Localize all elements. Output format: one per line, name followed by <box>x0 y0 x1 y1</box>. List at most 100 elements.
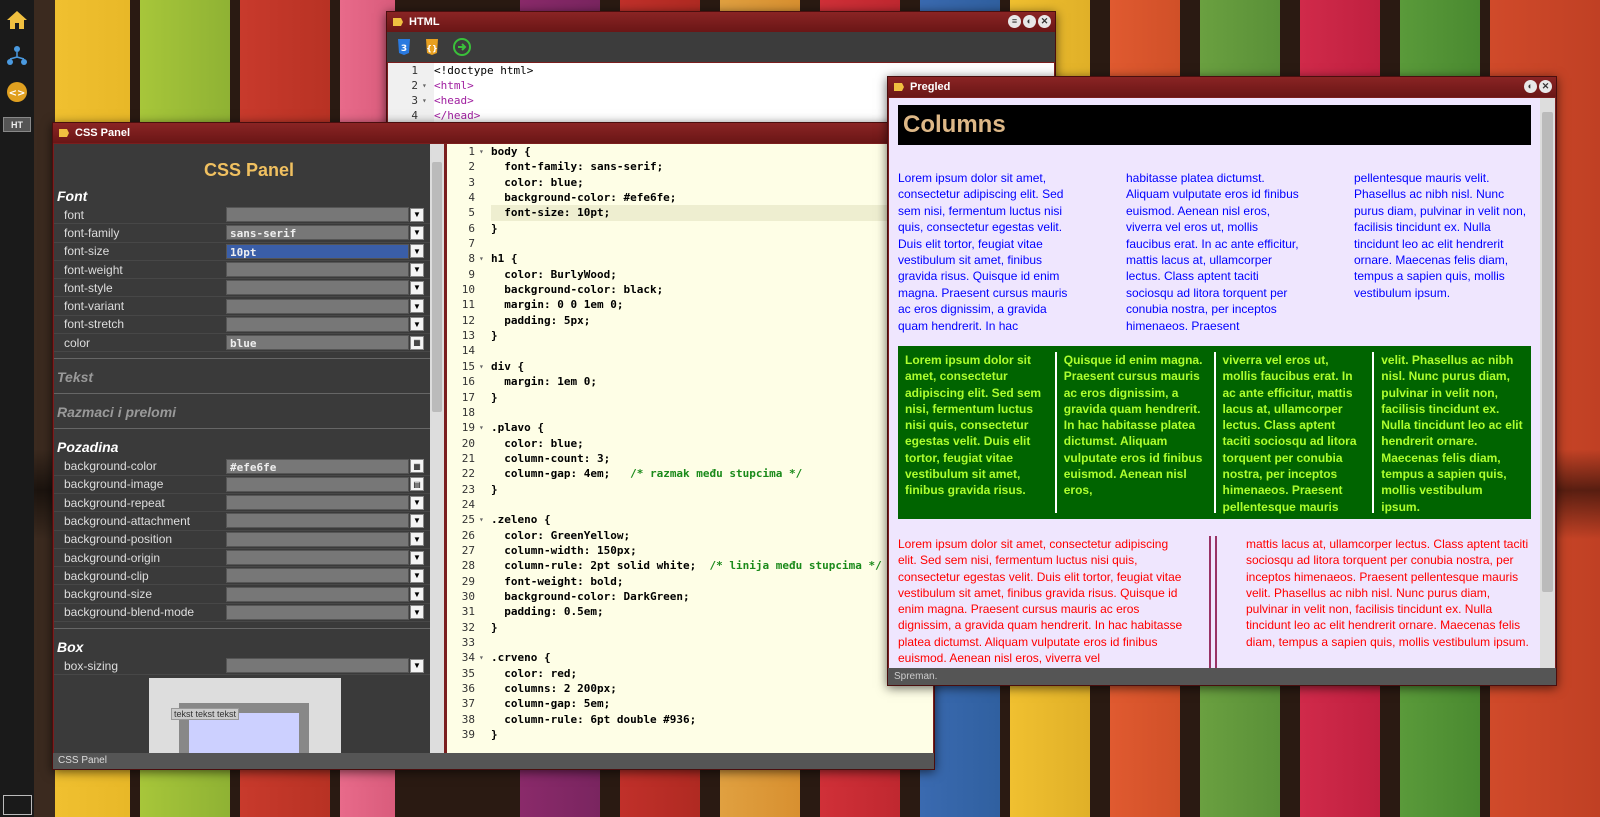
chevron-down-icon[interactable]: ▼ <box>410 280 424 295</box>
red-column-1: Lorem ipsum dolor sit amet, consectetur … <box>898 537 1183 666</box>
css-code-editor[interactable]: 1 ▾ body {2 font-family: sans-serif; 3 colo… <box>447 144 933 754</box>
section-pozadina[interactable]: Pozadina <box>54 428 444 457</box>
css-property-value[interactable]: 10pt <box>226 243 409 259</box>
css3-icon[interactable]: 3 <box>397 39 411 55</box>
code-line: 5 font-size: 10pt; <box>447 205 933 221</box>
css-property-value[interactable] <box>226 280 409 296</box>
close-icon[interactable]: ✕ <box>1539 80 1552 93</box>
code-line: 19 ▾ .plavo { <box>447 420 933 436</box>
code-line: 1 ▾ body { <box>447 144 933 160</box>
box-preview-text: tekst tekst tekst <box>171 708 240 720</box>
css-property-value[interactable] <box>226 316 409 332</box>
css-property-value[interactable] <box>226 262 409 278</box>
css-property-label: font-family <box>64 225 120 240</box>
css-property-row: background-blend-mode ▼ <box>54 604 444 623</box>
css-property-label: background-attachment <box>64 513 191 528</box>
preview-window-titlebar[interactable]: Pregled ◐ ✕ <box>888 77 1556 97</box>
js-icon[interactable]: {} <box>425 39 439 55</box>
home-icon[interactable] <box>5 8 29 32</box>
css-property-value[interactable] <box>226 604 409 620</box>
blue-column-1: Lorem ipsum dolor sit amet, consectetur … <box>898 171 1068 333</box>
css-property-label: color <box>64 335 91 350</box>
css-property-row: font-variant ▼ <box>54 297 444 316</box>
code-line: 20 color: blue; <box>447 435 933 451</box>
code-icon[interactable]: <> <box>5 80 29 104</box>
chevron-down-icon[interactable]: ▼ <box>410 262 424 277</box>
css-property-value[interactable]: #efe6fe <box>226 458 409 474</box>
code-line: 31 padding: 0.5em; <box>447 604 933 620</box>
folder-icon[interactable]: ▤ <box>410 477 424 492</box>
html-dock-button[interactable]: HT <box>3 117 31 132</box>
css-property-value[interactable] <box>226 495 409 511</box>
chevron-down-icon[interactable]: ▼ <box>410 244 424 259</box>
chevron-down-icon[interactable]: ▼ <box>410 605 424 620</box>
menu-icon[interactable]: ≡ <box>1008 15 1021 28</box>
code-line: 35 color: red; <box>447 665 933 682</box>
css-property-row: color blue ▦ <box>54 334 444 353</box>
preview-scrollbar[interactable] <box>1540 98 1555 668</box>
css-property-value[interactable] <box>226 586 409 602</box>
css-property-row: background-position ▼ <box>54 531 444 549</box>
chevron-down-icon[interactable]: ▼ <box>410 550 424 565</box>
preview-window: Pregled ◐ ✕ Columns Lorem ipsum dolor si… <box>887 76 1557 686</box>
html-window-title: HTML <box>409 16 440 28</box>
section-razmaci[interactable]: Razmaci i prelomi <box>54 393 444 422</box>
css-property-value[interactable] <box>226 531 409 547</box>
chevron-down-icon[interactable]: ▼ <box>410 225 424 240</box>
code-line: 8 ▾ h1 { <box>447 251 933 267</box>
section-box[interactable]: Box <box>54 628 444 657</box>
chevron-down-icon[interactable]: ▼ <box>410 587 424 602</box>
code-line: 4 background-color: #efe6fe; <box>447 190 933 206</box>
minimize-icon[interactable]: ◐ <box>1023 15 1036 28</box>
chevron-down-icon[interactable]: ▼ <box>410 317 424 332</box>
code-line: 14 <box>447 343 933 359</box>
close-icon[interactable]: ✕ <box>1038 15 1051 28</box>
chevron-down-icon[interactable]: ▼ <box>410 299 424 314</box>
css-property-value[interactable]: blue <box>226 335 409 351</box>
red-column-2: mattis lacus at, ullamcorper lectus. Cla… <box>1246 537 1529 649</box>
css-property-value[interactable] <box>226 568 409 584</box>
css-property-row: background-origin ▼ <box>54 549 444 568</box>
section-font[interactable]: Font <box>54 184 444 206</box>
chevron-down-icon[interactable]: ▼ <box>410 532 424 547</box>
run-icon[interactable] <box>453 38 471 56</box>
chevron-down-icon[interactable]: ▼ <box>410 568 424 583</box>
properties-scrollbar[interactable] <box>430 144 444 754</box>
network-icon[interactable] <box>5 44 29 68</box>
code-line: 24 <box>447 496 933 513</box>
chevron-down-icon[interactable]: ▼ <box>410 513 424 528</box>
app-icon <box>59 129 69 137</box>
code-line: 16 margin: 1em 0; <box>447 374 933 390</box>
code-line: 17} <box>447 389 933 405</box>
css-property-row: font-weight ▼ <box>54 261 444 280</box>
desktop-toggle[interactable] <box>3 795 32 815</box>
code-line: 2 font-family: sans-serif; <box>447 159 933 175</box>
chevron-down-icon[interactable]: ▼ <box>410 207 424 222</box>
css-property-value[interactable] <box>226 298 409 314</box>
code-line: 26 color: GreenYellow; <box>447 527 933 543</box>
section-tekst[interactable]: Tekst <box>54 358 444 387</box>
minimize-icon[interactable]: ◐ <box>1524 80 1537 93</box>
green-columns-block: Lorem ipsum dolor sit amet, consectetur … <box>898 346 1531 519</box>
chevron-down-icon[interactable]: ▼ <box>410 658 424 673</box>
css-property-label: font-weight <box>64 262 123 277</box>
css-property-row: background-clip ▼ <box>54 567 444 586</box>
css-property-label: box-sizing <box>64 658 119 673</box>
css-property-row: background-repeat ▼ <box>54 494 444 513</box>
code-line: 11 margin: 0 0 1em 0; <box>447 297 933 313</box>
css-property-value[interactable] <box>226 476 409 492</box>
code-line: 29 font-weight: bold; <box>447 573 933 589</box>
css-property-label: font <box>64 207 85 222</box>
css-property-value[interactable] <box>226 658 409 674</box>
css-property-value[interactable] <box>226 207 409 223</box>
color-picker-icon[interactable]: ▦ <box>410 335 424 350</box>
chevron-down-icon[interactable]: ▼ <box>410 495 424 510</box>
color-picker-icon[interactable]: ▦ <box>410 459 424 474</box>
css-property-value[interactable]: sans-serif <box>226 225 409 241</box>
css-property-value[interactable] <box>226 550 409 565</box>
css-property-value[interactable] <box>226 513 409 529</box>
html-window-titlebar[interactable]: HTML ≡ ◐ ✕ <box>387 12 1055 32</box>
css-window-titlebar[interactable]: CSS Panel <box>53 123 934 143</box>
css-properties-panel: CSS Panel Font font ▼ font-family sans-seri… <box>54 144 444 754</box>
code-line: 39} <box>447 727 933 743</box>
